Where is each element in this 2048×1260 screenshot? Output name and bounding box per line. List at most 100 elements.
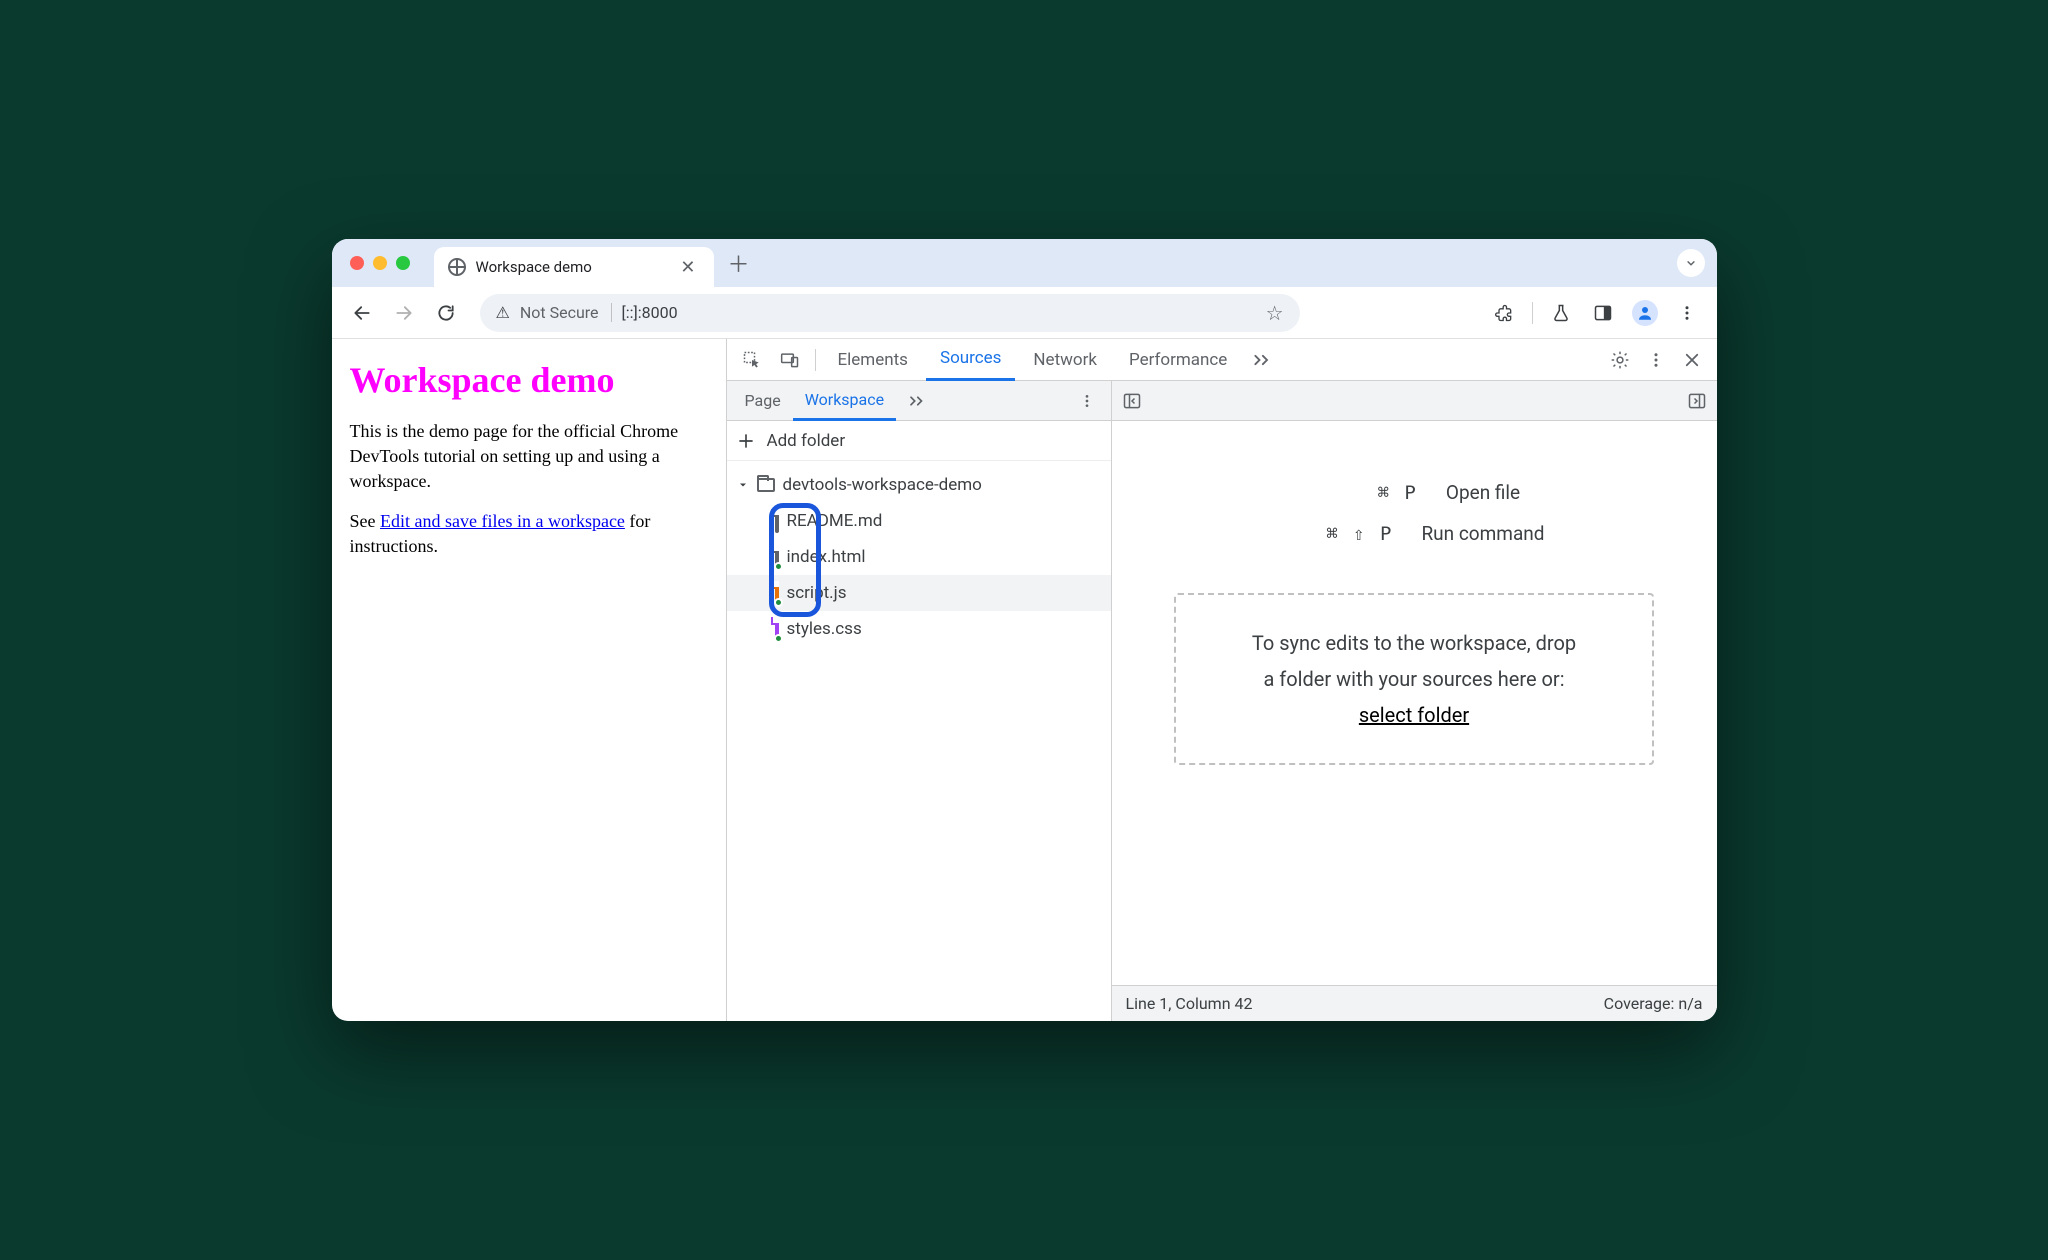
shortcut-run-command: ⌘ ⇧ P Run command [1283,522,1544,545]
labs-button[interactable] [1543,295,1579,331]
dots-vertical-icon [1647,351,1665,369]
triangle-down-icon [737,479,749,491]
divider [815,349,816,371]
workspace-dropzone[interactable]: To sync edits to the workspace, drop a f… [1174,593,1654,765]
folder-name: devtools-workspace-demo [783,475,982,495]
collapse-right-icon[interactable] [1687,391,1707,411]
collapse-left-icon[interactable] [1122,391,1142,411]
file-row-readme[interactable]: README.md [727,503,1111,539]
chevron-down-icon [1684,256,1698,270]
browser-menu-button[interactable] [1669,295,1705,331]
browser-toolbar: ⚠ Not Secure [::]:8000 ☆ [332,287,1717,339]
devtools-panel: Elements Sources Network Performance [727,339,1717,1021]
sync-dot-icon [774,562,783,571]
nav-tab-page[interactable]: Page [733,381,793,421]
shortcut-keys: ⌘ ⇧ P [1283,523,1393,545]
plus-icon [737,432,755,450]
device-toggle-button[interactable] [773,343,807,377]
browser-tab[interactable]: Workspace demo ✕ [434,247,714,287]
toolbar-right [1486,295,1705,331]
close-window-button[interactable] [350,256,364,270]
maximize-window-button[interactable] [396,256,410,270]
page-heading: Workspace demo [350,359,708,401]
devtools-close-button[interactable] [1675,343,1709,377]
navigator-panel: Page Workspace Add folder [727,381,1112,1021]
file-tree: devtools-workspace-demo README.md index.… [727,461,1111,653]
inspect-button[interactable] [735,343,769,377]
titlebar: Workspace demo ✕ ＋ [332,239,1717,287]
navigator-tabs: Page Workspace [727,381,1111,421]
flask-icon [1551,303,1571,323]
editor-panel: ⌘ P Open file ⌘ ⇧ P Run command To sync … [1112,381,1717,1021]
devtools-body: Page Workspace Add folder [727,381,1717,1021]
select-folder-link[interactable]: select folder [1359,703,1469,727]
url-text: [::]:8000 [622,303,678,322]
address-bar[interactable]: ⚠ Not Secure [::]:8000 ☆ [480,294,1300,332]
file-row-index[interactable]: index.html [727,539,1111,575]
devtools-tabs: Elements Sources Network Performance [727,339,1717,381]
editor-body: ⌘ P Open file ⌘ ⇧ P Run command To sync … [1112,421,1717,985]
minimize-window-button[interactable] [373,256,387,270]
file-row-script[interactable]: script.js [727,575,1111,611]
shortcut-label: Run command [1421,522,1544,545]
devtools-settings-button[interactable] [1603,343,1637,377]
sync-dot-icon [774,598,783,607]
shortcut-open-file: ⌘ P Open file [1308,481,1520,504]
shortcut-keys: ⌘ P [1308,482,1418,504]
folder-row[interactable]: devtools-workspace-demo [727,467,1111,503]
dropzone-line-1: To sync edits to the workspace, drop [1216,625,1612,661]
file-row-styles[interactable]: styles.css [727,611,1111,647]
tab-title: Workspace demo [476,258,667,276]
file-name: README.md [787,511,883,531]
tutorial-link[interactable]: Edit and save files in a workspace [380,511,625,531]
editor-header [1112,381,1717,421]
forward-button[interactable] [386,295,422,331]
cursor-position: Line 1, Column 42 [1126,994,1253,1013]
close-tab-button[interactable]: ✕ [676,257,699,278]
avatar [1632,300,1658,326]
file-name: index.html [787,547,866,567]
gear-icon [1610,350,1630,370]
extensions-button[interactable] [1486,295,1522,331]
reload-button[interactable] [428,295,464,331]
coverage-status: Coverage: n/a [1604,994,1703,1013]
tab-performance[interactable]: Performance [1115,339,1241,381]
nav-menu-button[interactable] [1069,393,1105,409]
tab-elements[interactable]: Elements [824,339,922,381]
add-folder-label: Add folder [767,431,846,451]
side-panel-button[interactable] [1585,295,1621,331]
nav-more-tabs[interactable] [900,395,934,407]
profile-button[interactable] [1627,295,1663,331]
content-area: Workspace demo This is the demo page for… [332,339,1717,1021]
rendered-page: Workspace demo This is the demo page for… [332,339,727,1021]
person-icon [1636,304,1654,322]
panel-icon [1593,303,1613,323]
security-label: Not Secure [520,303,612,322]
window-controls [350,256,410,270]
editor-statusbar: Line 1, Column 42 Coverage: n/a [1112,985,1717,1021]
divider [1532,302,1533,324]
devices-icon [780,350,800,370]
folder-icon [757,478,775,492]
page-paragraph-1: This is the demo page for the official C… [350,419,708,495]
devtools-menu-button[interactable] [1639,343,1673,377]
page-paragraph-2: See Edit and save files in a workspace f… [350,509,708,559]
new-tab-button[interactable]: ＋ [728,247,750,279]
browser-window: Workspace demo ✕ ＋ ⚠ Not Secure [::]:800… [332,239,1717,1021]
add-folder-button[interactable]: Add folder [727,421,1111,461]
file-icon [775,509,779,533]
tab-sources[interactable]: Sources [926,339,1015,381]
warning-icon: ⚠ [496,303,510,322]
nav-tab-workspace[interactable]: Workspace [793,381,896,421]
bookmark-button[interactable]: ☆ [1266,301,1284,325]
inspect-icon [742,350,762,370]
tab-list-button[interactable] [1677,249,1705,277]
puzzle-icon [1494,303,1514,323]
arrow-left-icon [352,303,372,323]
dots-vertical-icon [1079,393,1095,409]
tab-network[interactable]: Network [1019,339,1111,381]
back-button[interactable] [344,295,380,331]
more-tabs-button[interactable] [1245,343,1279,377]
dropzone-line-2: a folder with your sources here or: [1216,661,1612,697]
dots-vertical-icon [1678,304,1696,322]
